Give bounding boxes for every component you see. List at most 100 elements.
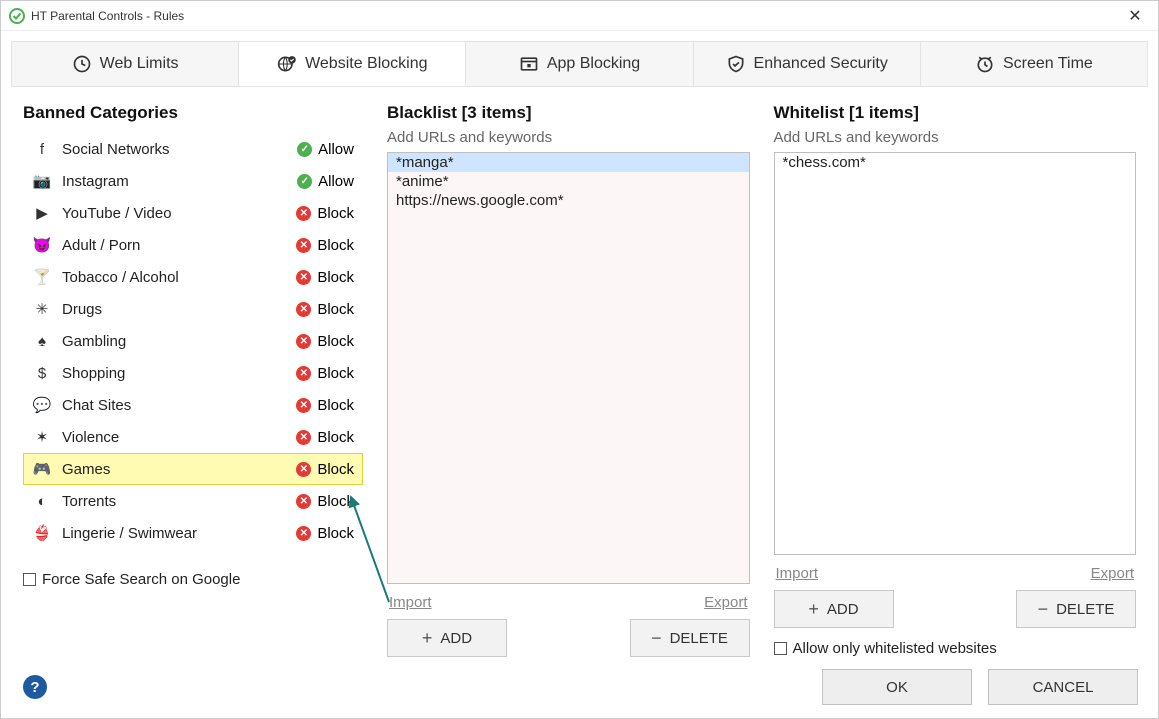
category-row[interactable]: $Shopping✕Block [23, 357, 363, 389]
category-status[interactable]: ✕Block [296, 365, 354, 382]
category-icon: 👙 [32, 524, 52, 542]
tab-screen-time[interactable]: Screen Time [921, 42, 1147, 86]
status-text: Block [317, 333, 354, 350]
category-label: Gambling [62, 333, 296, 350]
tab-label: App Blocking [547, 55, 640, 73]
whitelist-delete-button[interactable]: −DELETE [1016, 590, 1136, 628]
alarm-icon [975, 54, 995, 74]
category-status[interactable]: ✕Block [296, 333, 354, 350]
category-icon: $ [32, 365, 52, 382]
tab-enhanced-security[interactable]: Enhanced Security [694, 42, 921, 86]
status-icon: ✕ [296, 270, 311, 285]
category-row[interactable]: 📷Instagram✓Allow [23, 165, 363, 197]
categories-panel: Banned Categories fSocial Networks✓Allow… [23, 103, 363, 657]
category-status[interactable]: ✕ Block [296, 269, 354, 286]
tab-web-limits[interactable]: Web Limits [12, 42, 239, 86]
force-safe-search-checkbox[interactable]: Force Safe Search on Google [23, 571, 363, 588]
category-icon: 😈 [32, 236, 52, 254]
category-row[interactable]: ✶Violence✕Block [23, 421, 363, 453]
category-label: Drugs [62, 301, 296, 318]
category-label: YouTube / Video [62, 205, 296, 222]
window-title: HT Parental Controls - Rules [31, 9, 184, 23]
category-icon: ✶ [32, 428, 52, 446]
category-icon: f [32, 141, 52, 158]
ok-button[interactable]: OK [822, 669, 972, 705]
tab-website-blocking[interactable]: Website Blocking [239, 42, 466, 86]
blacklist-item[interactable]: *anime* [388, 172, 749, 191]
whitelist-add-button[interactable]: +ADD [774, 590, 894, 628]
dialog-footer: ? OK CANCEL [1, 656, 1158, 718]
category-status[interactable]: ✕Block [296, 525, 354, 542]
category-icon: ▶ [32, 204, 52, 222]
cancel-button[interactable]: CANCEL [988, 669, 1138, 705]
category-row[interactable]: ♠Gambling✕Block [23, 325, 363, 357]
plus-icon: + [808, 599, 819, 620]
category-status[interactable]: ✓ Allow [297, 173, 354, 190]
whitelist-import-link[interactable]: Import [776, 565, 819, 582]
status-icon: ✓ [297, 174, 312, 189]
category-label: Games [62, 461, 296, 478]
shield-icon [726, 54, 746, 74]
whitelist-export-link[interactable]: Export [1091, 565, 1134, 582]
status-text: Block [317, 429, 354, 446]
status-text: Block [317, 269, 354, 286]
status-text: Allow [318, 173, 354, 190]
category-row[interactable]: 👙Lingerie / Swimwear✕Block [23, 517, 363, 549]
title-bar: HT Parental Controls - Rules ✕ [1, 1, 1158, 31]
category-status[interactable]: ✕Block [296, 429, 354, 446]
blacklist-add-button[interactable]: +ADD [387, 619, 507, 657]
status-text: Block [317, 205, 354, 222]
tab-app-blocking[interactable]: App Blocking [466, 42, 693, 86]
checkbox-label: Force Safe Search on Google [42, 571, 240, 588]
category-status[interactable]: ✕Block [296, 397, 354, 414]
category-status[interactable]: ✕ Block [296, 301, 354, 318]
status-text: Block [317, 525, 354, 542]
category-status[interactable]: ✕Block [296, 461, 354, 478]
status-icon: ✕ [296, 494, 311, 509]
category-label: Tobacco / Alcohol [62, 269, 296, 286]
status-icon: ✕ [296, 238, 311, 253]
category-row[interactable]: 🎮Games✕Block [23, 453, 363, 485]
status-text: Block [317, 397, 354, 414]
blacklist-import-link[interactable]: Import [389, 594, 432, 611]
whitelist-panel: Whitelist [1 items] Add URLs and keyword… [774, 103, 1137, 657]
close-button[interactable]: ✕ [1120, 6, 1150, 26]
whitelist-item[interactable]: *chess.com* [775, 153, 1136, 172]
category-row[interactable]: 💬Chat Sites✕Block [23, 389, 363, 421]
blacklist-delete-button[interactable]: −DELETE [630, 619, 750, 657]
whitelist-listbox[interactable]: *chess.com* [774, 152, 1137, 555]
blacklist-item[interactable]: https://news.google.com* [388, 191, 749, 210]
category-row[interactable]: ◐Torrents✕Block [23, 485, 363, 517]
tab-label: Web Limits [100, 55, 179, 73]
status-icon: ✕ [296, 462, 311, 477]
category-status[interactable]: ✕Block [296, 205, 354, 222]
blacklist-item[interactable]: *manga* [388, 153, 749, 172]
allow-only-whitelist-checkbox[interactable]: Allow only whitelisted websites [774, 640, 1137, 657]
tab-label: Enhanced Security [754, 55, 888, 73]
window-lock-icon [519, 54, 539, 74]
status-text: Block [317, 237, 354, 254]
category-icon: ✳ [32, 300, 52, 318]
category-status[interactable]: ✓Allow [297, 141, 354, 158]
globe-check-icon [277, 54, 297, 74]
status-icon: ✕ [296, 302, 311, 317]
whitelist-heading: Whitelist [1 items] [774, 103, 1137, 123]
category-icon: ◐ [32, 493, 52, 510]
category-row[interactable]: fSocial Networks✓Allow [23, 133, 363, 165]
categories-heading: Banned Categories [23, 103, 363, 123]
status-icon: ✕ [296, 366, 311, 381]
help-button[interactable]: ? [23, 675, 47, 699]
category-row[interactable]: ✳ Drugs✕ Block [23, 293, 363, 325]
category-row[interactable]: 😈Adult / Porn✕Block [23, 229, 363, 261]
checkbox-label: Allow only whitelisted websites [793, 640, 997, 657]
category-row[interactable]: ▶ YouTube / Video✕Block [23, 197, 363, 229]
category-icon: 🍸 [32, 268, 52, 286]
blacklist-listbox[interactable]: *manga**anime*https://news.google.com* [387, 152, 750, 584]
status-text: Block [317, 301, 354, 318]
category-row[interactable]: 🍸 Tobacco / Alcohol✕ Block [23, 261, 363, 293]
category-status[interactable]: ✕ Block [296, 237, 354, 254]
category-icon: 💬 [32, 396, 52, 414]
blacklist-export-link[interactable]: Export [704, 594, 747, 611]
category-status[interactable]: ✕Block [296, 493, 354, 510]
whitelist-hint: Add URLs and keywords [774, 129, 1137, 146]
